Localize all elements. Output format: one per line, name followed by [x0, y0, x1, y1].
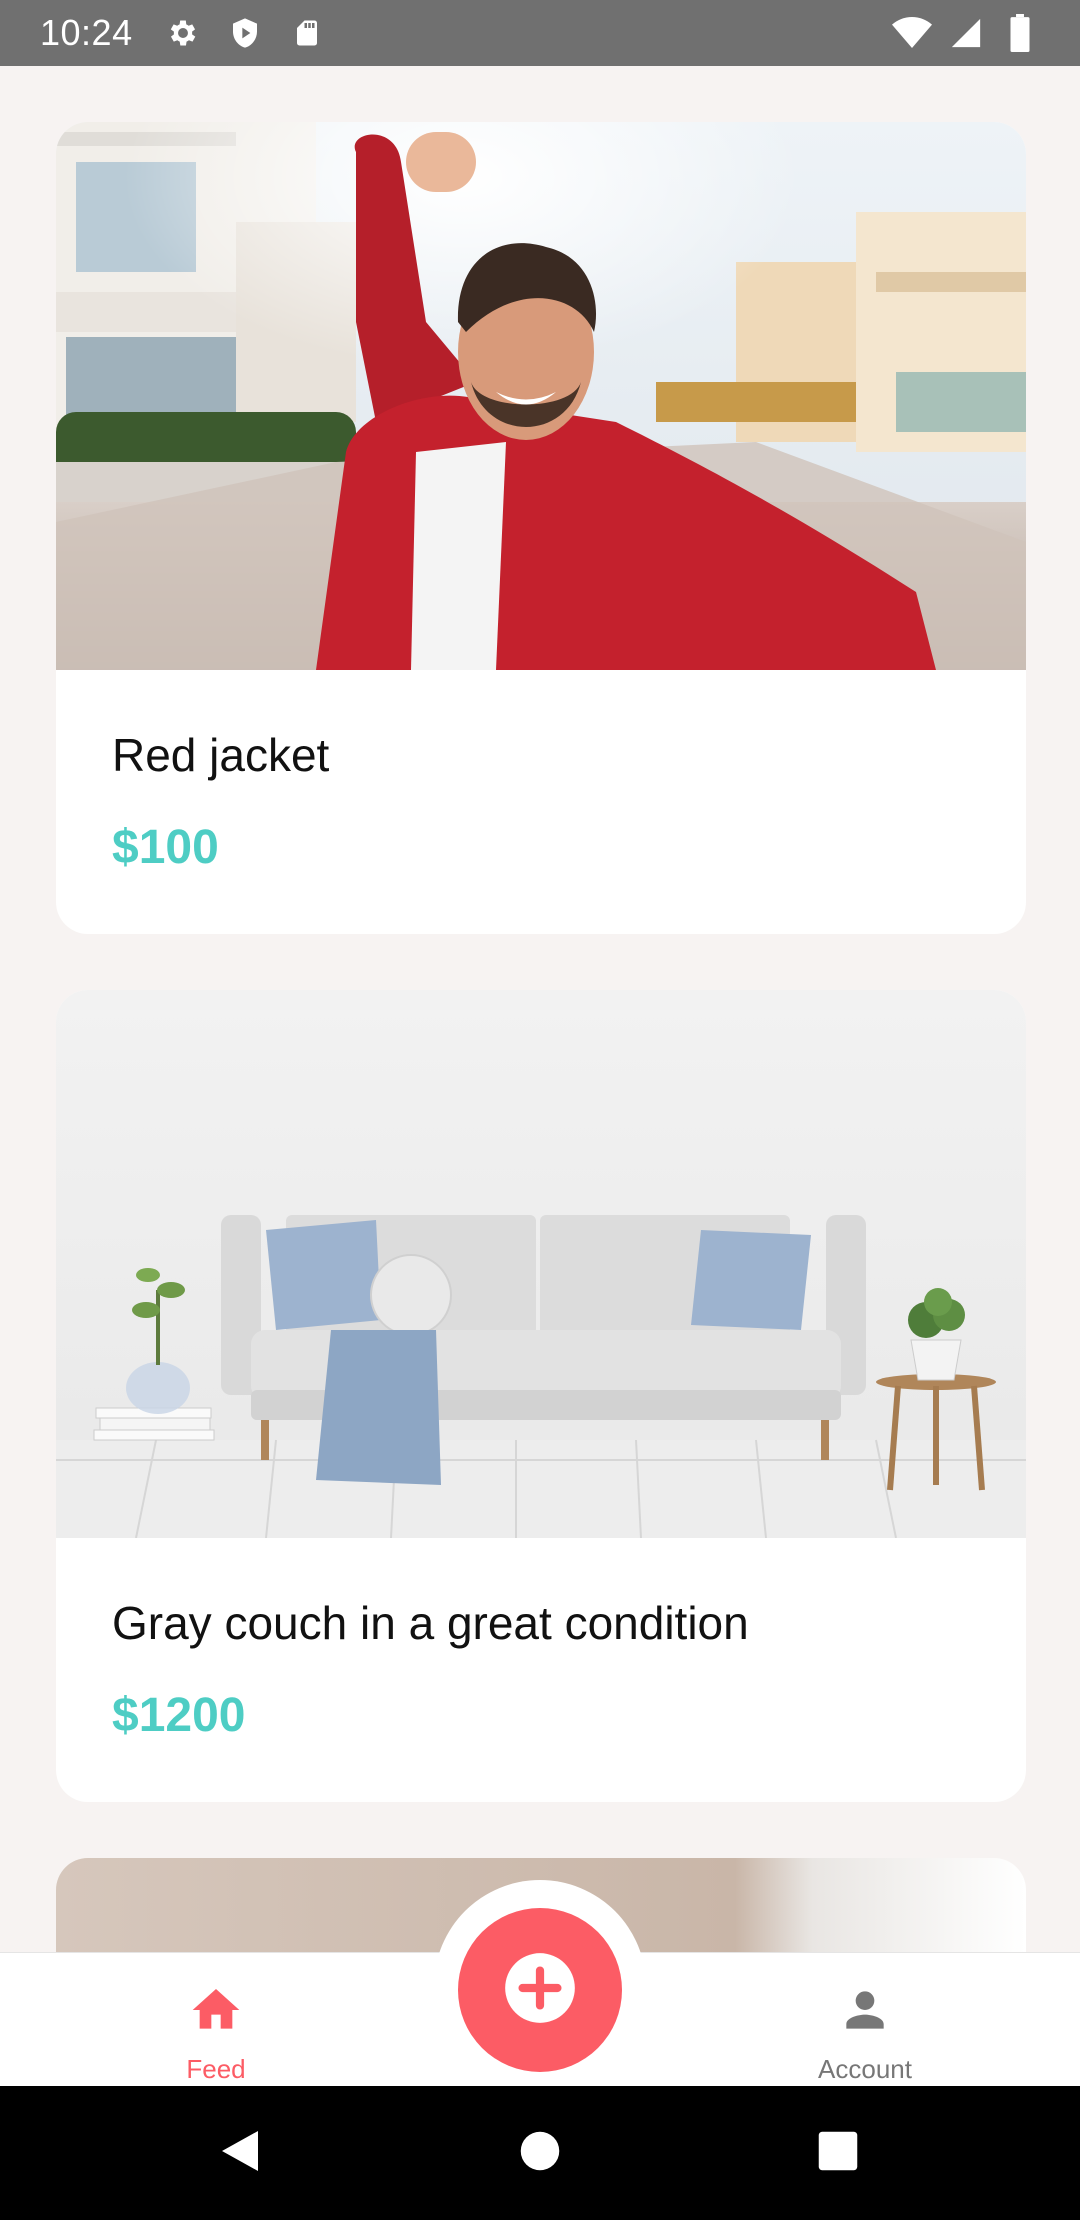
status-time: 10:24 — [40, 12, 133, 53]
home-circle-icon — [519, 2130, 561, 2177]
listing-title: Red jacket — [112, 729, 330, 781]
nav-tab-feed[interactable]: Feed — [96, 1953, 336, 2087]
home-icon — [186, 1980, 246, 2040]
status-icons-right — [892, 13, 1040, 53]
listing-image-red-jacket — [56, 122, 1026, 670]
listings-feed[interactable]: Red jacket $100 Gray couch in a great co… — [0, 66, 1080, 1952]
status-icons-left — [163, 13, 327, 53]
recents-button[interactable] — [768, 2086, 908, 2220]
listing-card[interactable]: Red jacket $100 — [56, 122, 1026, 934]
battery-icon — [1000, 13, 1040, 53]
wifi-icon — [892, 13, 932, 53]
nav-label-feed: Feed — [186, 2054, 246, 2084]
signal-icon — [946, 13, 986, 53]
listing-card[interactable]: Gray couch in a great condition $1200 — [56, 990, 1026, 1802]
system-navigation-bar — [0, 2086, 1080, 2220]
recents-square-icon — [817, 2130, 859, 2177]
back-button[interactable] — [170, 2086, 310, 2220]
listing-image-gray-couch — [56, 990, 1026, 1538]
add-listing-button[interactable] — [458, 1908, 622, 2072]
status-bar: 10:24 — [0, 0, 1080, 66]
gear-icon — [163, 13, 203, 53]
listing-card-body: Gray couch in a great condition $1200 — [56, 1538, 1026, 1802]
listing-price: $100 — [112, 821, 219, 874]
back-triangle-icon — [218, 2127, 262, 2180]
listing-card-body: Red jacket $100 — [56, 670, 1026, 934]
sd-card-icon — [287, 13, 327, 53]
plus-circle-icon — [502, 1950, 578, 2031]
nav-label-account: Account — [818, 2054, 912, 2084]
shield-icon — [225, 13, 265, 53]
nav-tab-account[interactable]: Account — [745, 1953, 985, 2087]
listing-title: Gray couch in a great condition — [112, 1597, 749, 1649]
home-button[interactable] — [470, 2086, 610, 2220]
person-icon — [835, 1980, 895, 2040]
listing-price: $1200 — [112, 1689, 246, 1742]
